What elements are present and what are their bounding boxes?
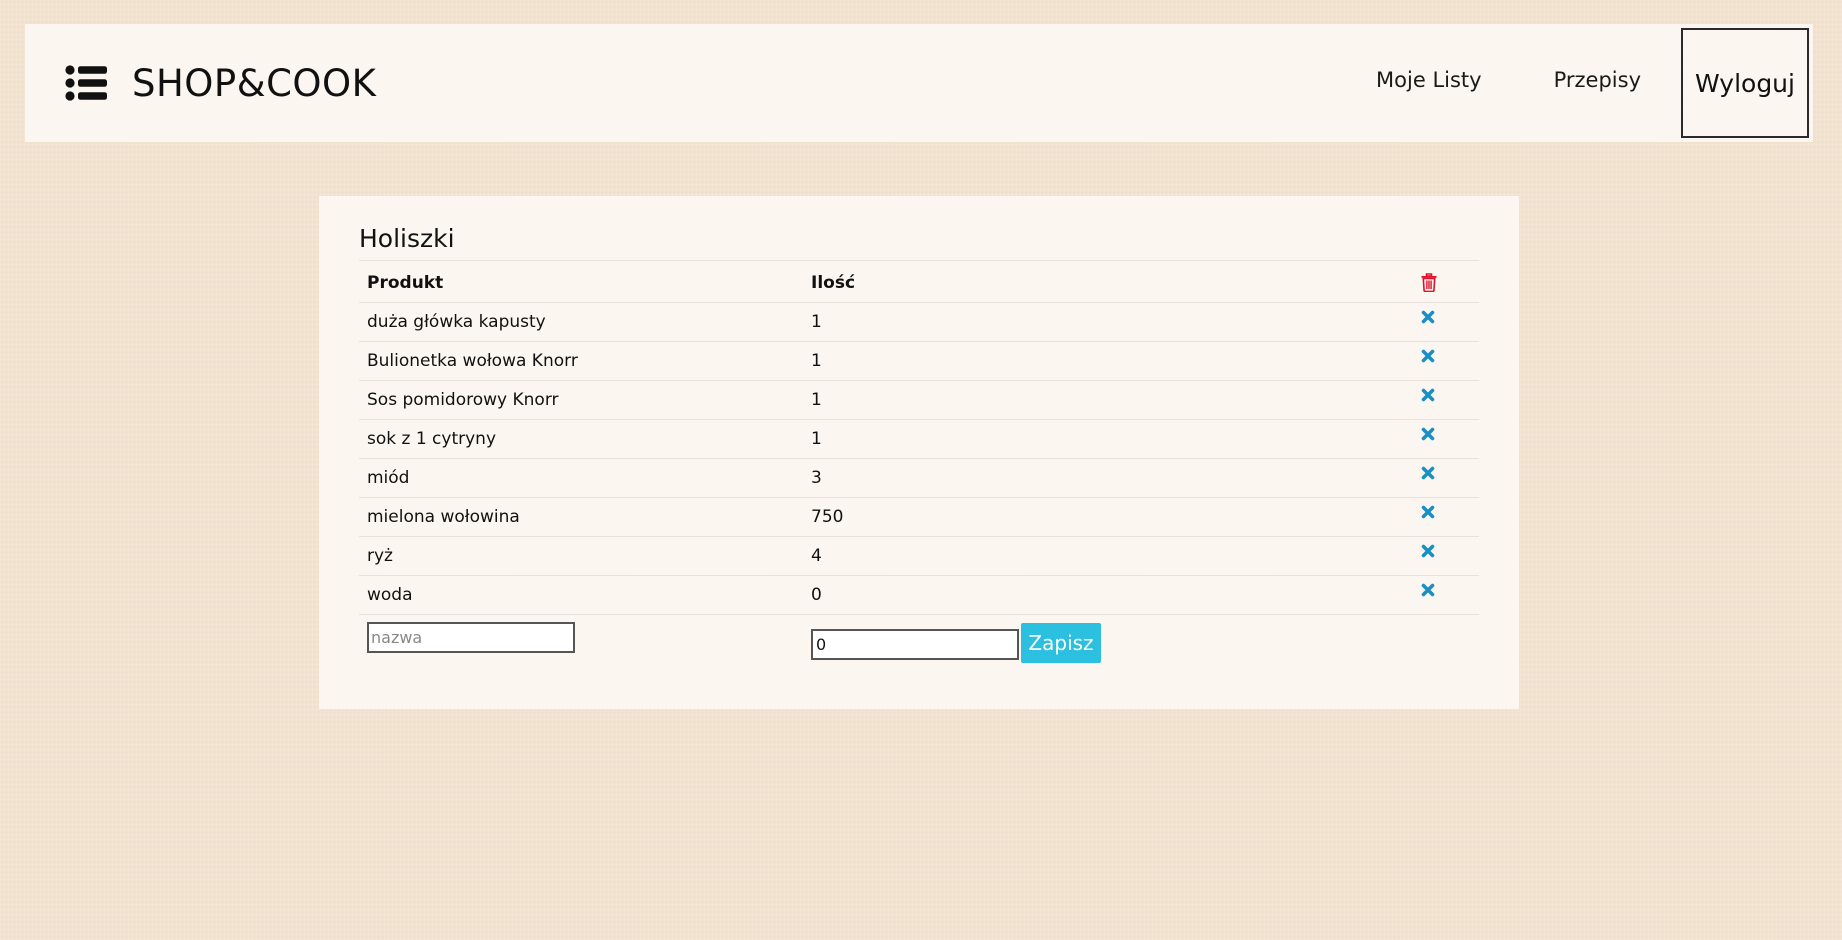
list-icon (65, 65, 107, 101)
remove-cell (1413, 536, 1479, 576)
product-quantity: 1 (803, 380, 1413, 420)
delete-list-cell (1413, 260, 1479, 303)
product-name: mielona wołowina (359, 497, 803, 537)
remove-icon[interactable] (1421, 583, 1435, 597)
items-table-wrap: Produkt Ilość duża główka kapusty 1 Buli… (359, 260, 1479, 672)
new-item-empty-cell (1413, 614, 1479, 672)
remove-cell (1413, 575, 1479, 615)
nav-recipes[interactable]: Przepisy (1554, 68, 1641, 92)
trash-icon[interactable] (1421, 272, 1437, 292)
product-name: duża główka kapusty (359, 302, 803, 342)
new-item-quantity-cell: Zapisz (803, 614, 1413, 672)
table-row: ryż 4 (359, 536, 1479, 576)
new-item-name-cell (359, 614, 803, 672)
nav-my-lists[interactable]: Moje Listy (1376, 68, 1482, 92)
remove-cell (1413, 302, 1479, 342)
table-row: mielona wołowina 750 (359, 497, 1479, 537)
remove-icon[interactable] (1421, 310, 1435, 324)
remove-cell (1413, 380, 1479, 420)
remove-cell (1413, 341, 1479, 381)
remove-icon[interactable] (1421, 349, 1435, 363)
remove-icon[interactable] (1421, 388, 1435, 402)
remove-cell (1413, 497, 1479, 537)
product-quantity: 1 (803, 341, 1413, 381)
brand-title: SHOP&COOK (132, 61, 377, 105)
brand[interactable]: SHOP&COOK (65, 54, 376, 112)
product-name: miód (359, 458, 803, 498)
product-quantity: 0 (803, 575, 1413, 615)
remove-icon[interactable] (1421, 427, 1435, 441)
table-row: Sos pomidorowy Knorr 1 (359, 380, 1479, 420)
list-title: Holiszki (359, 224, 455, 253)
quantity-input[interactable] (811, 628, 1019, 660)
nav-links: Moje Listy Przepisy Wyloguj (1376, 24, 1813, 142)
new-item-row: Zapisz (359, 614, 1479, 672)
table-row: sok z 1 cytryny 1 (359, 419, 1479, 459)
save-button[interactable]: Zapisz (1021, 623, 1101, 663)
product-quantity: 1 (803, 419, 1413, 459)
logout-button[interactable]: Wyloguj (1681, 28, 1809, 138)
remove-cell (1413, 458, 1479, 498)
column-header-product: Produkt (359, 260, 803, 303)
table-row: duża główka kapusty 1 (359, 302, 1479, 342)
product-name-input[interactable] (367, 622, 575, 653)
product-name: Bulionetka wołowa Knorr (359, 341, 803, 381)
product-name: ryż (359, 536, 803, 576)
remove-icon[interactable] (1421, 466, 1435, 480)
table-row: woda 0 (359, 575, 1479, 615)
product-quantity: 4 (803, 536, 1413, 576)
column-header-quantity: Ilość (803, 260, 1413, 303)
product-quantity: 3 (803, 458, 1413, 498)
navbar: SHOP&COOK Moje Listy Przepisy Wyloguj (25, 24, 1813, 142)
remove-icon[interactable] (1421, 544, 1435, 558)
product-quantity: 750 (803, 497, 1413, 537)
remove-cell (1413, 419, 1479, 459)
table-header-row: Produkt Ilość (359, 260, 1479, 303)
product-name: sok z 1 cytryny (359, 419, 803, 459)
table-row: miód 3 (359, 458, 1479, 498)
product-name: woda (359, 575, 803, 615)
remove-icon[interactable] (1421, 505, 1435, 519)
shopping-list-panel: Holiszki Produkt Ilość duża główka kapus… (319, 196, 1519, 709)
table-row: Bulionetka wołowa Knorr 1 (359, 341, 1479, 381)
product-quantity: 1 (803, 302, 1413, 342)
items-table: Produkt Ilość duża główka kapusty 1 Buli… (359, 260, 1479, 672)
product-name: Sos pomidorowy Knorr (359, 380, 803, 420)
